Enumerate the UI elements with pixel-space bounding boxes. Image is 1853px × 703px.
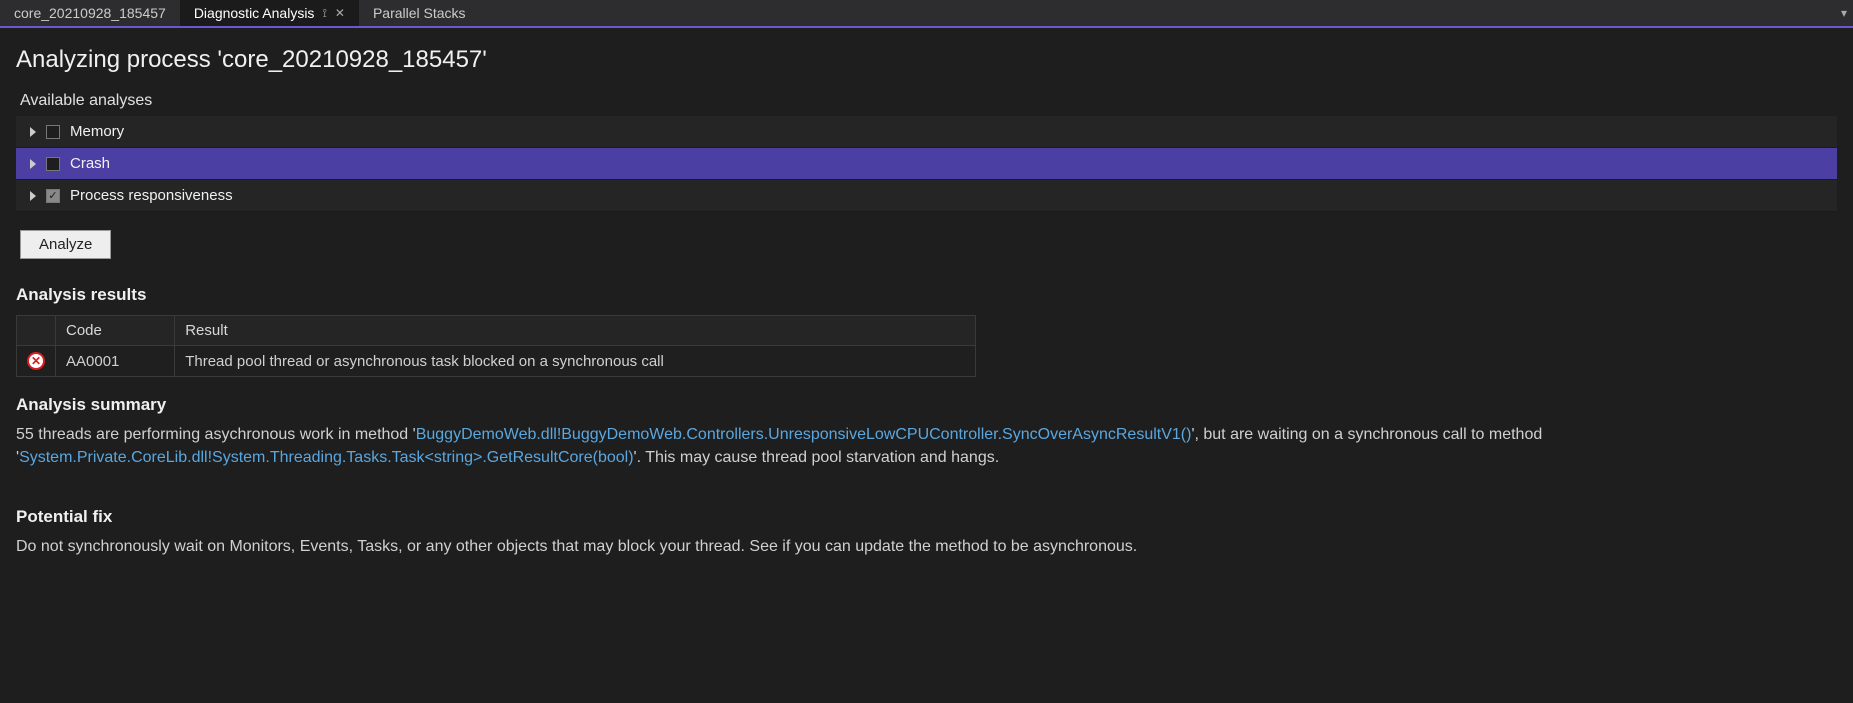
analysis-row-crash[interactable]: Crash	[16, 148, 1837, 180]
analysis-row-memory[interactable]: Memory	[16, 116, 1837, 148]
available-analyses-label: Available analyses	[20, 92, 1837, 110]
results-heading: Analysis results	[16, 285, 1837, 305]
tab-parallel-stacks[interactable]: Parallel Stacks	[359, 0, 480, 26]
tab-label: Diagnostic Analysis	[194, 5, 315, 21]
summary-part: 55 threads are performing asychronous wo…	[16, 426, 416, 443]
tab-core-dump[interactable]: core_20210928_185457	[0, 0, 180, 26]
table-row[interactable]: ✕ AA0001 Thread pool thread or asynchron…	[17, 346, 976, 377]
error-icon: ✕	[27, 352, 45, 370]
fix-heading: Potential fix	[16, 507, 1837, 527]
tab-bar: core_20210928_185457 Diagnostic Analysis…	[0, 0, 1853, 28]
summary-part: '. This may cause thread pool starvation…	[634, 449, 1000, 466]
row-icon-cell: ✕	[17, 346, 56, 377]
col-icon	[17, 316, 56, 346]
tab-overflow-dropdown[interactable]: ▾	[1835, 6, 1853, 20]
expander-icon[interactable]	[30, 191, 36, 201]
row-code: AA0001	[56, 346, 175, 377]
analysis-row-responsiveness[interactable]: ✓ Process responsiveness	[16, 180, 1837, 212]
tab-diagnostic-analysis[interactable]: Diagnostic Analysis ⟟ ✕	[180, 0, 359, 26]
checkbox-responsiveness[interactable]: ✓	[46, 189, 60, 203]
close-icon[interactable]: ✕	[335, 6, 345, 20]
analysis-label: Memory	[70, 123, 124, 140]
tab-label: Parallel Stacks	[373, 5, 466, 21]
summary-heading: Analysis summary	[16, 395, 1837, 415]
results-table: Code Result ✕ AA0001 Thread pool thread …	[16, 315, 976, 377]
main-content: Analyzing process 'core_20210928_185457'…	[0, 28, 1853, 577]
analyze-button[interactable]: Analyze	[20, 230, 111, 259]
col-result: Result	[175, 316, 976, 346]
expander-icon[interactable]	[30, 127, 36, 137]
analysis-list: Memory Crash ✓ Process responsiveness	[16, 116, 1837, 212]
summary-method-link-2[interactable]: System.Private.CoreLib.dll!System.Thread…	[19, 449, 633, 466]
fix-text: Do not synchronously wait on Monitors, E…	[16, 535, 1816, 558]
summary-text: 55 threads are performing asychronous wo…	[16, 423, 1816, 469]
pin-icon[interactable]: ⟟	[322, 6, 326, 21]
summary-method-link-1[interactable]: BuggyDemoWeb.dll!BuggyDemoWeb.Controller…	[416, 426, 1192, 443]
analysis-label: Crash	[70, 155, 110, 172]
expander-icon[interactable]	[30, 159, 36, 169]
row-result: Thread pool thread or asynchronous task …	[175, 346, 976, 377]
tab-label: core_20210928_185457	[14, 5, 166, 21]
col-code: Code	[56, 316, 175, 346]
page-title: Analyzing process 'core_20210928_185457'	[16, 46, 1837, 74]
checkbox-crash[interactable]	[46, 157, 60, 171]
checkbox-memory[interactable]	[46, 125, 60, 139]
analysis-label: Process responsiveness	[70, 187, 233, 204]
